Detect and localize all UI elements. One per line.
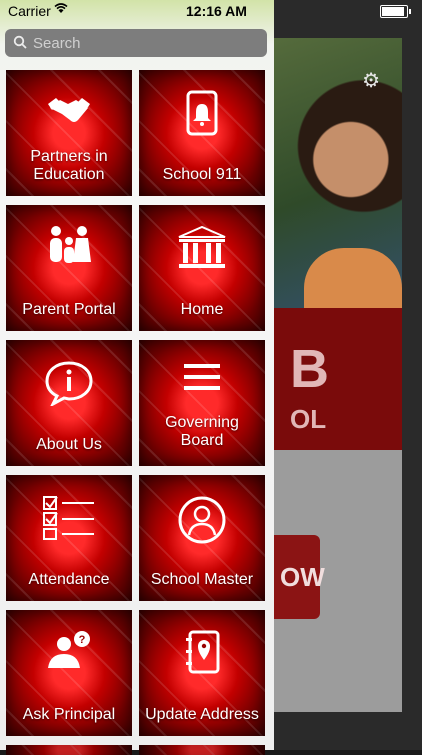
svg-text:?: ? xyxy=(79,634,86,646)
address-book-icon xyxy=(139,630,265,674)
menu-tile-ask-principal[interactable]: ? Ask Principal xyxy=(6,610,132,736)
menu-tile-school-master[interactable]: School Master xyxy=(139,475,265,601)
hero-photo: ⚙ xyxy=(274,38,402,308)
checklist-icon xyxy=(6,495,132,541)
menu-tile-school-911[interactable]: School 911 xyxy=(139,70,265,196)
brand-banner: B OL xyxy=(274,308,402,450)
hero-shirt xyxy=(304,248,402,308)
info-bubble-icon xyxy=(6,360,132,406)
status-time: 12:16 AM xyxy=(186,3,247,19)
hamburger-icon xyxy=(139,360,265,394)
search-icon xyxy=(9,35,31,52)
menu-tile-governing-board[interactable]: Governing Board xyxy=(139,340,265,466)
user-icon xyxy=(139,495,265,545)
family-icon xyxy=(6,225,132,265)
menu-tile-partial[interactable] xyxy=(139,745,265,755)
wifi-icon xyxy=(54,1,68,17)
tile-label: School Master xyxy=(150,571,254,588)
tile-label: Attendance xyxy=(28,571,110,588)
tile-label: Ask Principal xyxy=(22,706,116,723)
menu-tile-home[interactable]: Home xyxy=(139,205,265,331)
menu-tile-attendance[interactable]: Attendance xyxy=(6,475,132,601)
menu-tile-update-address[interactable]: Update Address xyxy=(139,610,265,736)
search-input[interactable] xyxy=(31,33,255,53)
brand-fragment: OL xyxy=(290,404,327,434)
building-icon xyxy=(139,225,265,269)
search-bar[interactable] xyxy=(5,29,267,57)
tile-label: Governing Board xyxy=(165,414,239,449)
tile-label: Update Address xyxy=(145,706,259,723)
background-app: ⚙ B OL OW xyxy=(274,0,422,750)
menu-tile-about-us[interactable]: About Us xyxy=(6,340,132,466)
menu-tile-partial[interactable] xyxy=(6,745,132,755)
menu-tile-partners[interactable]: Partners in Education xyxy=(6,70,132,196)
tile-label: Partners in Education xyxy=(30,148,108,183)
brand-letter: B xyxy=(290,339,329,399)
battery-icon xyxy=(380,5,411,18)
gear-icon[interactable]: ⚙ xyxy=(362,68,380,93)
carrier-label: Carrier xyxy=(8,3,51,19)
phone-alert-icon xyxy=(139,90,265,136)
tile-label: Parent Portal xyxy=(22,301,116,318)
status-bar: Carrier 12:16 AM xyxy=(0,0,422,22)
background-button[interactable]: OW xyxy=(274,535,325,619)
tile-label: About Us xyxy=(36,436,102,453)
tile-label: School 911 xyxy=(162,166,242,183)
tile-label: Home xyxy=(180,301,224,318)
menu-tile-parent-portal[interactable]: Parent Portal xyxy=(6,205,132,331)
question-person-icon: ? xyxy=(6,630,132,670)
handshake-icon xyxy=(6,90,132,130)
